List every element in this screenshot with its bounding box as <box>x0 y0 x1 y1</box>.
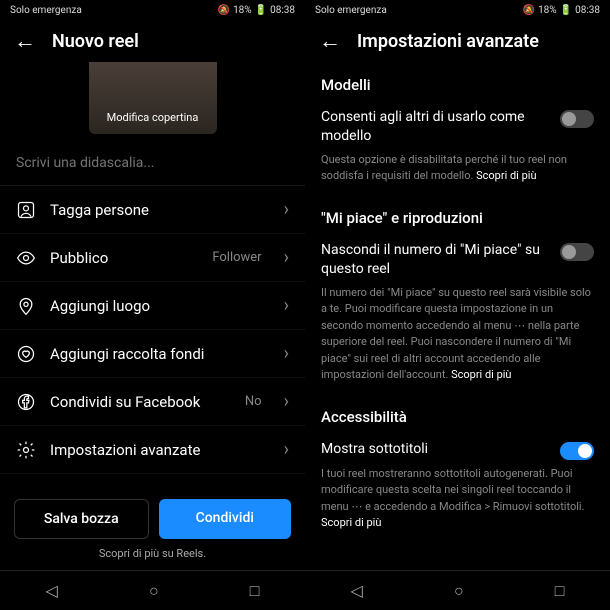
edit-cover-button[interactable]: Modifica copertina <box>107 111 199 124</box>
row-value: Follower <box>212 250 261 265</box>
battery-pct: 18% <box>538 5 557 16</box>
mute-icon: 🔕 <box>218 5 230 16</box>
toggle-captions[interactable] <box>560 442 594 460</box>
cover-thumbnail[interactable]: Modifica copertina <box>89 62 217 134</box>
screen-new-reel: Solo emergenza 🔕 18% 🔋 08:38 ← Nuovo ree… <box>0 0 305 610</box>
chevron-right-icon: › <box>284 199 289 220</box>
clock: 08:38 <box>575 5 600 16</box>
row-fundraiser[interactable]: Aggiungi raccolta fondi › <box>0 330 305 378</box>
status-bar: Solo emergenza 🔕 18% 🔋 08:38 <box>305 0 610 20</box>
setting-allow-template: Consenti agli altri di usarlo come model… <box>305 100 610 195</box>
setting-hide-likes: Nascondi il numero di "Mi piace" su ques… <box>305 233 610 394</box>
header: ← Nuovo reel <box>0 20 305 62</box>
setting-label: Consenti agli altri di usarlo come model… <box>321 108 550 146</box>
chevron-right-icon: › <box>284 295 289 316</box>
save-draft-button[interactable]: Salva bozza <box>14 499 149 539</box>
nav-home-icon[interactable]: ○ <box>454 581 464 601</box>
toggle-allow-template[interactable] <box>560 110 594 128</box>
person-icon <box>16 200 36 220</box>
status-right: 🔕 18% 🔋 08:38 <box>218 5 295 16</box>
row-add-location[interactable]: Aggiungi luogo › <box>0 282 305 330</box>
status-bar: Solo emergenza 🔕 18% 🔋 08:38 <box>0 0 305 20</box>
setting-description: I tuoi reel mostreranno sottotitoli auto… <box>321 466 594 532</box>
battery-icon: 🔋 <box>560 5 572 16</box>
eye-icon <box>16 248 36 268</box>
facebook-icon <box>16 392 36 412</box>
row-label: Aggiungi raccolta fondi <box>50 345 270 363</box>
battery-pct: 18% <box>233 5 252 16</box>
chevron-right-icon: › <box>284 343 289 364</box>
section-likes-plays: "Mi piace" e riproduzioni <box>305 195 610 233</box>
caption-input[interactable] <box>16 155 289 171</box>
chevron-right-icon: › <box>284 439 289 460</box>
row-label: Aggiungi luogo <box>50 297 270 315</box>
learn-more-reels[interactable]: Scopri di più su Reels. <box>14 539 291 564</box>
row-label: Tagga persone <box>50 201 270 219</box>
status-left: Solo emergenza <box>10 5 82 16</box>
share-button[interactable]: Condividi <box>159 499 292 539</box>
battery-icon: 🔋 <box>255 5 267 16</box>
footer: Salva bozza Condividi Scopri di più su R… <box>0 489 305 570</box>
setting-label: Nascondi il numero di "Mi piace" su ques… <box>321 241 550 279</box>
back-icon[interactable]: ← <box>319 28 341 54</box>
nav-bar: ◁ ○ □ <box>305 570 610 610</box>
row-advanced-settings[interactable]: Impostazioni avanzate › <box>0 426 305 474</box>
gear-icon <box>16 440 36 460</box>
pin-icon <box>16 296 36 316</box>
back-icon[interactable]: ← <box>14 28 36 54</box>
nav-bar: ◁ ○ □ <box>0 570 305 610</box>
row-share-facebook[interactable]: Condividi su Facebook No › <box>0 378 305 426</box>
toggle-hide-likes[interactable] <box>560 243 594 261</box>
row-audience[interactable]: Pubblico Follower › <box>0 234 305 282</box>
row-label: Pubblico <box>50 249 198 267</box>
chevron-right-icon: › <box>284 247 289 268</box>
cover-area: Modifica copertina <box>0 62 305 142</box>
row-tag-people[interactable]: Tagga persone › <box>0 186 305 234</box>
clock: 08:38 <box>270 5 295 16</box>
setting-description: Questa opzione è disabilitata perché il … <box>321 152 594 185</box>
learn-more-link[interactable]: Scopri di più <box>451 368 511 381</box>
row-label: Impostazioni avanzate <box>50 441 270 459</box>
heart-icon <box>16 344 36 364</box>
status-left: Solo emergenza <box>315 5 387 16</box>
page-title: Nuovo reel <box>52 31 139 52</box>
nav-home-icon[interactable]: ○ <box>149 581 159 601</box>
mute-icon: 🔕 <box>523 5 535 16</box>
learn-more-link[interactable]: Scopri di più <box>321 516 381 529</box>
nav-back-icon[interactable]: ◁ <box>46 581 58 600</box>
settings-scroll[interactable]: Modelli Consenti agli altri di usarlo co… <box>305 62 610 570</box>
section-accessibility: Accessibilità <box>305 394 610 432</box>
screen-advanced-settings: Solo emergenza 🔕 18% 🔋 08:38 ← Impostazi… <box>305 0 610 610</box>
page-title: Impostazioni avanzate <box>357 31 539 52</box>
caption-area[interactable] <box>0 142 305 186</box>
setting-description: Il numero dei "Mi piace" su questo reel … <box>321 285 594 384</box>
setting-label: Mostra sottotitoli <box>321 440 550 459</box>
chevron-right-icon: › <box>284 391 289 412</box>
nav-back-icon[interactable]: ◁ <box>351 581 363 600</box>
status-right: 🔕 18% 🔋 08:38 <box>523 5 600 16</box>
row-label: Condividi su Facebook <box>50 393 231 411</box>
nav-recent-icon[interactable]: □ <box>555 581 565 601</box>
section-templates: Modelli <box>305 62 610 100</box>
row-value: No <box>245 394 262 409</box>
nav-recent-icon[interactable]: □ <box>250 581 260 601</box>
setting-captions: Mostra sottotitoli I tuoi reel mostreran… <box>305 432 610 542</box>
header: ← Impostazioni avanzate <box>305 20 610 62</box>
learn-more-link[interactable]: Scopri di più <box>476 169 536 182</box>
